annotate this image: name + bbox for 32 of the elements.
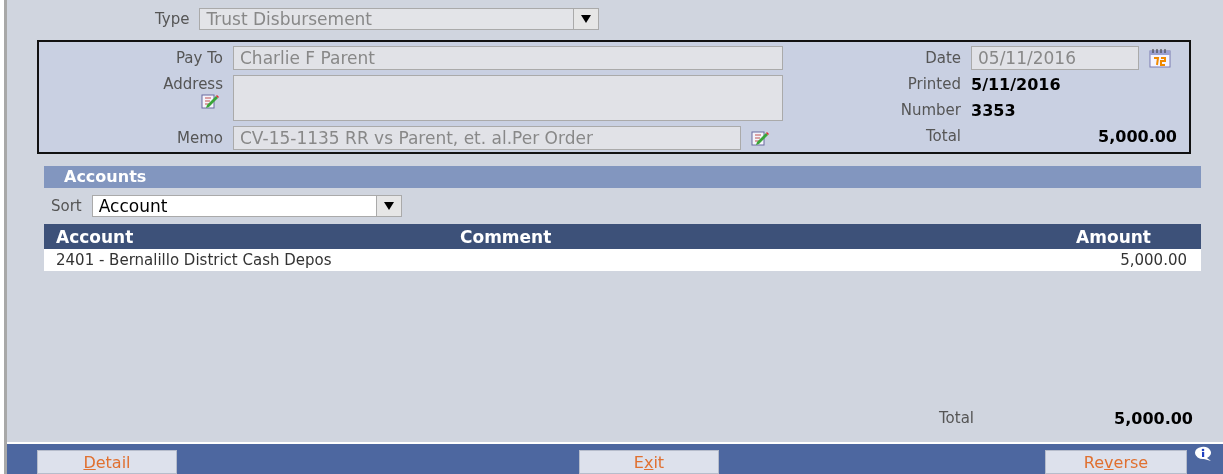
sort-label: Sort: [51, 197, 82, 215]
table-cell-text: 2401 - Bernalillo District Cash Depos: [55, 251, 333, 269]
printed-date: 5/11/2016: [971, 74, 1061, 94]
pay-to-field[interactable]: Charlie F Parent: [233, 46, 783, 70]
total-amount: 5,000.00: [1098, 126, 1177, 146]
section-header: Accounts: [44, 166, 1201, 188]
edit-note-icon[interactable]: [751, 130, 769, 146]
date-label: Date: [924, 49, 961, 67]
sort-dropdown[interactable]: Account: [91, 195, 402, 217]
address-field[interactable]: [233, 75, 783, 121]
date-field[interactable]: 05/11/2016: [971, 46, 1139, 70]
total-label: Total: [924, 127, 961, 145]
memo-field[interactable]: CV-15-1135 RR vs Parent, et. al.Per Order: [233, 126, 741, 150]
total-amount: 5,000.00: [1114, 409, 1193, 428]
column-header[interactable]: Comment: [448, 226, 939, 247]
info-icon[interactable]: [1193, 446, 1213, 462]
memo-label: Memo: [176, 129, 223, 147]
calendar-icon[interactable]: [1149, 48, 1171, 68]
column-header[interactable]: Amount: [939, 226, 1201, 247]
total-label: Total: [939, 409, 975, 428]
pay-to-label: Pay To: [175, 49, 223, 67]
table-cell-text: 5,000.00: [1119, 251, 1188, 269]
action-button[interactable]: Detail: [37, 450, 177, 474]
action-button[interactable]: Reverse: [1045, 450, 1187, 474]
column-header[interactable]: Account: [44, 226, 448, 247]
edit-note-icon[interactable]: [201, 93, 219, 109]
type-label: Type: [155, 10, 190, 28]
address-label: Address: [162, 75, 223, 93]
check-number: 3353: [971, 100, 1016, 120]
number-label: Number: [899, 101, 961, 119]
printed-label: Printed: [906, 75, 961, 93]
action-button[interactable]: Exit: [579, 450, 719, 474]
